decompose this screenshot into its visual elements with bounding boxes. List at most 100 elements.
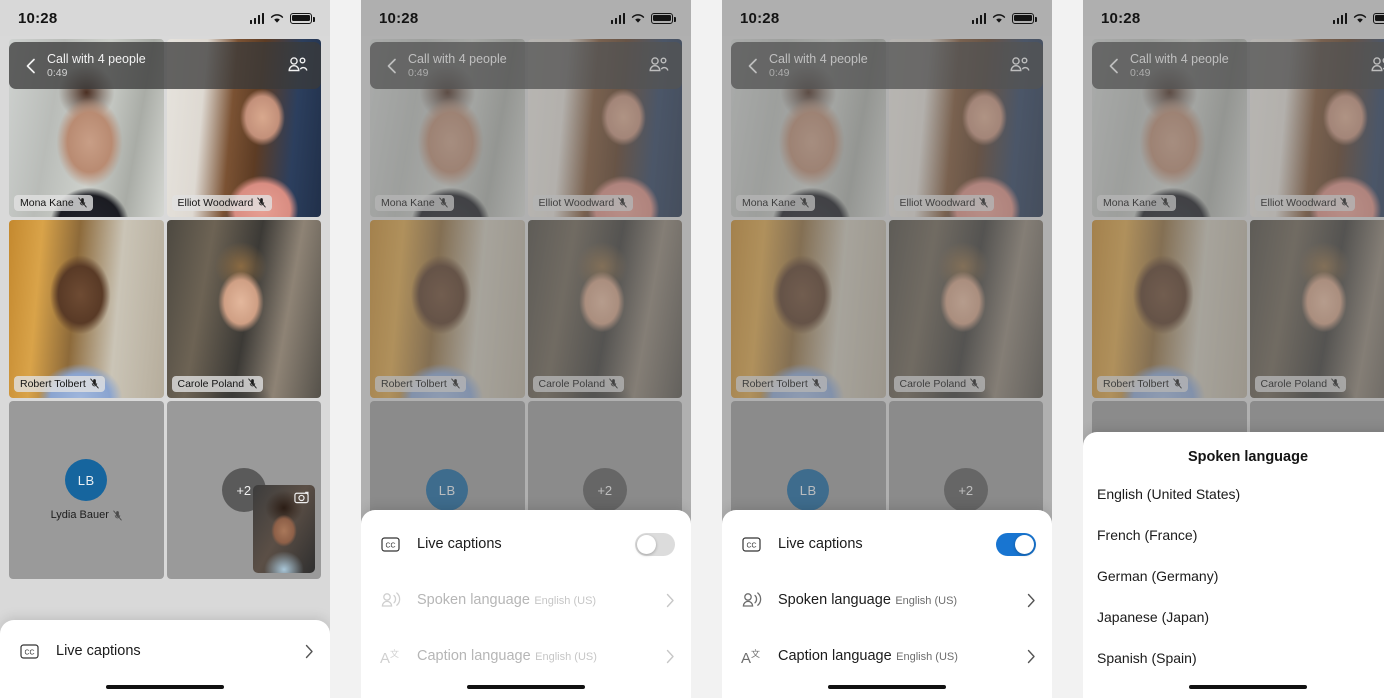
home-indicator <box>106 685 224 689</box>
svg-text:CC: CC <box>746 542 756 549</box>
cellular-signal-icon <box>1332 12 1347 24</box>
video-tile-carole[interactable]: Carole Poland <box>166 220 321 398</box>
status-time: 10:28 <box>1101 9 1141 27</box>
picker-title: Spoken language <box>1187 449 1309 465</box>
svg-text:CC: CC <box>385 542 395 549</box>
participant-name-chip: Robert Tolbert <box>14 375 105 392</box>
participant-name-chip: Lydia Bauer <box>51 509 122 521</box>
participant-name: Lydia Bauer <box>50 509 109 521</box>
participants-icon[interactable] <box>286 55 310 77</box>
language-label: English (United States) <box>1097 485 1241 502</box>
live-captions-sheet: CC Live captions Spoken language English… <box>361 510 691 698</box>
status-icons <box>971 12 1037 24</box>
svg-text:A: A <box>741 650 751 666</box>
participant-name-chip: Elliot Woodward <box>171 194 273 211</box>
live-captions-sheet: CC Live captions Spoken language English… <box>722 510 1052 698</box>
svg-text:文: 文 <box>390 648 399 659</box>
caption-language-row[interactable]: A文 Caption language English (US) <box>361 628 691 684</box>
language-option-english[interactable]: English (United States) <box>1083 473 1384 514</box>
mic-muted-icon <box>248 378 257 389</box>
video-row-2: Robert Tolbert Carole Poland <box>9 220 321 398</box>
live-captions-toggle[interactable] <box>996 532 1036 556</box>
spoken-language-text: Spoken language English (US) <box>778 591 1027 609</box>
status-icons <box>249 12 315 24</box>
language-label: German (Germany) <box>1097 567 1219 584</box>
self-view[interactable] <box>253 485 315 573</box>
live-captions-toggle[interactable] <box>635 532 675 556</box>
language-label: French (France) <box>1097 526 1198 543</box>
chevron-right-icon <box>1027 649 1035 663</box>
status-time: 10:28 <box>379 9 419 27</box>
chevron-right-icon <box>666 649 674 663</box>
status-bar: 10:28 <box>0 0 330 36</box>
phone-panel-4: 10:28 Mona Kane Elliot Woodward Robert T… <box>1083 0 1384 698</box>
live-captions-toggle-row[interactable]: CC Live captions <box>722 516 1052 572</box>
spoken-language-label: Spoken language <box>778 591 891 608</box>
language-option-japanese[interactable]: Japanese (Japan) <box>1083 596 1384 637</box>
call-duration: 0:49 <box>47 67 68 80</box>
home-indicator <box>1189 685 1307 689</box>
status-bar: 10:28 <box>722 0 1052 36</box>
live-captions-toggle-row[interactable]: CC Live captions <box>361 516 691 572</box>
language-option-french[interactable]: French (France) <box>1083 514 1384 555</box>
caption-language-text: Caption language English (US) <box>417 647 666 665</box>
status-bar: 10:28 <box>361 0 691 36</box>
spoken-language-row[interactable]: Spoken language English (US) <box>361 572 691 628</box>
spoken-language-value: English (US) <box>895 594 958 607</box>
live-captions-label-wrap: Live captions <box>778 535 996 553</box>
avatar-block: LB Lydia Bauer <box>9 401 164 579</box>
phone-panel-3: 10:28 Mona Kane Elliot Woodward Robert T… <box>722 0 1052 698</box>
participant-name: Elliot Woodward <box>177 196 254 209</box>
language-option-german[interactable]: German (Germany) <box>1083 555 1384 596</box>
live-captions-label: Live captions <box>56 642 141 659</box>
svg-text:A: A <box>380 650 390 666</box>
video-grid: Mona Kane Elliot Woodward Robert Tolbert <box>0 36 330 698</box>
participant-name-chip: Carole Poland <box>171 375 264 392</box>
camera-switch-icon <box>294 491 309 504</box>
status-icons <box>610 12 676 24</box>
video-tile-overflow[interactable]: +2 <box>166 401 321 579</box>
call-header-bar: Call with 4 people 0:49 <box>9 42 321 89</box>
battery-icon <box>290 12 315 24</box>
cc-icon: CC <box>16 643 42 659</box>
mic-muted-icon <box>90 378 99 389</box>
cellular-signal-icon <box>971 12 986 24</box>
chevron-left-icon[interactable] <box>20 55 42 77</box>
cc-icon: CC <box>738 536 764 552</box>
phone-panel-1: 10:28 Mona Kane Elliot Woodward Robert T… <box>0 0 330 698</box>
wifi-icon <box>270 13 284 24</box>
chevron-right-icon <box>666 593 674 607</box>
battery-icon <box>651 12 676 24</box>
participant-name: Mona Kane <box>20 196 74 209</box>
status-time: 10:28 <box>18 9 58 27</box>
language-option-spanish[interactable]: Spanish (Spain) <box>1083 637 1384 678</box>
spoken-language-text: Spoken language English (US) <box>417 591 666 609</box>
wifi-icon <box>1353 13 1367 24</box>
participant-name: Robert Tolbert <box>20 377 86 390</box>
wifi-icon <box>631 13 645 24</box>
caption-language-label: Caption language <box>417 647 531 664</box>
spoken-language-row[interactable]: Spoken language English (US) <box>722 572 1052 628</box>
spoken-language-label: Spoken language <box>417 591 530 608</box>
battery-icon <box>1012 12 1037 24</box>
call-header-text: Call with 4 people 0:49 <box>47 52 286 79</box>
video-row-3: LB Lydia Bauer +2 <box>9 401 321 579</box>
screenshot-stage: 10:28 Mona Kane Elliot Woodward Robert T… <box>0 0 1384 698</box>
home-indicator <box>467 685 585 689</box>
participant-name: Carole Poland <box>177 377 245 390</box>
caption-language-label: Caption language <box>778 647 892 664</box>
caption-language-row[interactable]: A文 Caption language English (US) <box>722 628 1052 684</box>
video-tile-lydia[interactable]: LB Lydia Bauer <box>9 401 164 579</box>
live-captions-entry-row[interactable]: CC Live captions <box>0 620 330 676</box>
avatar: LB <box>65 459 108 501</box>
participant-name-chip: Mona Kane <box>14 194 93 211</box>
home-indicator <box>828 685 946 689</box>
mic-muted-icon <box>77 197 87 208</box>
mic-muted-icon <box>113 510 122 520</box>
call-title: Call with 4 people <box>47 51 146 66</box>
video-tile-robert[interactable]: Robert Tolbert <box>9 220 164 398</box>
cellular-signal-icon <box>249 12 264 24</box>
mic-muted-icon <box>257 197 266 208</box>
svg-text:文: 文 <box>751 648 760 659</box>
language-label: Japanese (Japan) <box>1097 608 1210 625</box>
